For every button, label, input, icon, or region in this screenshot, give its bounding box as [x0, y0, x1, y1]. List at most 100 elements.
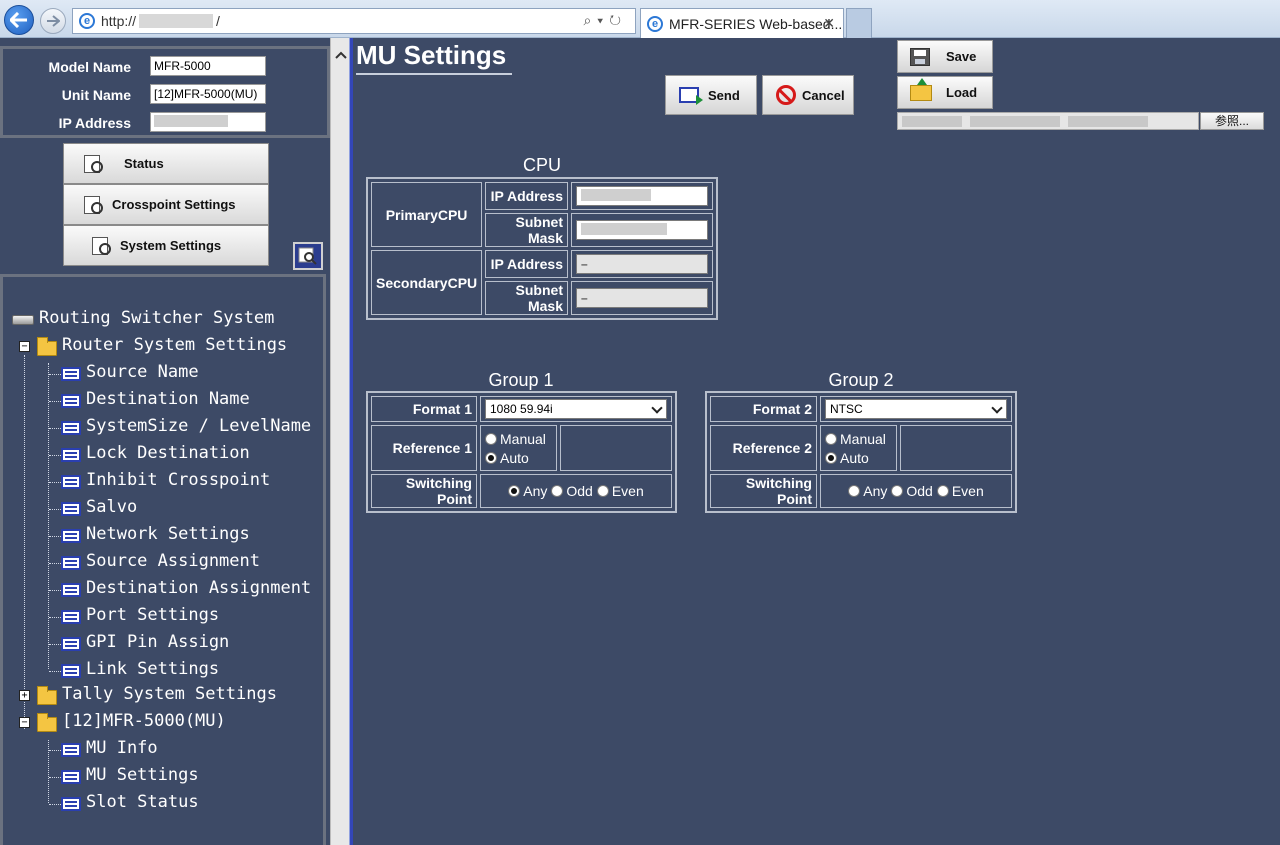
tab-mfr-series[interactable]: e MFR-SERIES Web-based... ✕	[640, 8, 844, 38]
manual-label: Manual	[500, 430, 546, 447]
collapse-mu-icon[interactable]: −	[19, 717, 30, 728]
crosspoint-settings-button[interactable]: Crosspoint Settings	[63, 184, 269, 225]
tree-item-port-settings[interactable]: Port Settings	[86, 605, 219, 625]
ip-address-label: IP Address	[58, 115, 131, 131]
even-label: Even	[611, 483, 644, 499]
reference2-auto-radio[interactable]	[825, 451, 837, 464]
model-name-field: MFR-5000	[150, 56, 266, 76]
switch1-even-radio[interactable]	[596, 485, 609, 497]
secondary-subnet-cell: –	[571, 281, 713, 315]
tree-item-mu-info[interactable]: MU Info	[86, 738, 158, 758]
auto-label: Auto	[500, 449, 529, 466]
forward-button[interactable]	[40, 8, 66, 34]
scroll-up-icon[interactable]	[331, 48, 350, 68]
switch2-even-radio[interactable]	[936, 485, 949, 497]
new-tab-button[interactable]	[846, 8, 872, 38]
unit-name-row: Unit Name [12]MFR-5000(MU)	[3, 84, 323, 106]
switch2-odd-radio[interactable]	[891, 485, 904, 497]
collapse-router-icon[interactable]: −	[19, 341, 30, 352]
tree-connector	[49, 536, 61, 537]
tree-item-inhibit-crosspoint[interactable]: Inhibit Crosspoint	[86, 470, 270, 490]
reference2-label: Reference 2	[710, 425, 817, 471]
system-settings-button[interactable]: System Settings	[63, 225, 269, 266]
tree-folder-mu[interactable]: [12]MFR-5000(MU)	[62, 711, 226, 731]
refresh-icon[interactable]: ↻	[609, 12, 627, 28]
tree-connector	[49, 617, 61, 618]
tree-item-mu-settings[interactable]: MU Settings	[86, 765, 199, 785]
even-label: Even	[951, 483, 984, 499]
search-toggle-button[interactable]	[293, 242, 323, 270]
cancel-button[interactable]: Cancel	[762, 75, 854, 115]
save-button[interactable]: Save	[897, 40, 993, 73]
tree-item-source-assignment[interactable]: Source Assignment	[86, 551, 260, 571]
send-button[interactable]: Send	[665, 75, 757, 115]
magnifier-icon	[82, 194, 104, 216]
format2-cell: NTSC	[820, 396, 1012, 422]
switch2-any-radio[interactable]	[848, 485, 861, 497]
primary-cpu-label: PrimaryCPU	[371, 182, 483, 247]
page-item-icon	[61, 448, 81, 462]
browse-button[interactable]: 参照...	[1200, 112, 1264, 130]
tree-item-link-settings[interactable]: Link Settings	[86, 659, 219, 679]
navigation-tree: Routing Switcher System − Router System …	[0, 274, 326, 845]
tree-item-source-name[interactable]: Source Name	[86, 362, 199, 382]
reference1-manual-radio[interactable]	[485, 432, 497, 445]
switch1-any-radio[interactable]	[508, 485, 521, 497]
secondary-ip-cell: –	[571, 250, 713, 278]
folder-open-icon	[37, 337, 57, 356]
ie-page-icon: e	[79, 13, 95, 29]
save-label: Save	[946, 49, 977, 64]
unit-info-panel: Model Name MFR-5000 Unit Name [12]MFR-50…	[0, 46, 330, 138]
unit-name-label: Unit Name	[61, 87, 131, 103]
tree-item-destination-assignment[interactable]: Destination Assignment	[86, 578, 311, 598]
format1-select[interactable]: 1080 59.94i	[485, 399, 667, 419]
tree-item-network-settings[interactable]: Network Settings	[86, 524, 250, 544]
address-bar[interactable]: e http:// / ⌕▾↻	[72, 8, 636, 34]
tree-item-lock-destination[interactable]: Lock Destination	[86, 443, 250, 463]
url-prefix: http://	[101, 13, 137, 29]
dropdown-icon[interactable]: ▾	[597, 12, 609, 28]
page-item-icon	[61, 502, 81, 516]
format2-select[interactable]: NTSC	[825, 399, 1007, 419]
manual-label: Manual	[840, 430, 886, 447]
format1-value: 1080 59.94i	[490, 402, 553, 416]
status-button[interactable]: Status	[63, 143, 269, 184]
tree-item-systemsize-levelname[interactable]: SystemSize / LevelName	[86, 416, 311, 436]
switch1-odd-radio[interactable]	[551, 485, 564, 497]
reference2-manual-radio[interactable]	[825, 432, 837, 445]
page-item-icon	[61, 394, 81, 408]
cpu-table: PrimaryCPU IP Address Subnet Mask Second…	[366, 177, 718, 320]
file-path-field[interactable]	[897, 112, 1199, 130]
tree-item-slot-status[interactable]: Slot Status	[86, 792, 199, 812]
primary-subnet-label: Subnet Mask	[485, 213, 568, 247]
browser-toolbar: e http:// / ⌕▾↻ e MFR-SERIES Web-based..…	[0, 0, 1280, 38]
reference2-auto-option[interactable]: Auto	[825, 448, 892, 467]
expand-tally-icon[interactable]: +	[19, 690, 30, 701]
left-frame-scrollbar[interactable]	[330, 38, 349, 845]
primary-ip-input[interactable]	[576, 186, 708, 206]
switching-point1-options: Any Odd Even	[480, 474, 672, 508]
load-button[interactable]: Load	[897, 76, 993, 109]
tree-folder-tally-system-settings[interactable]: Tally System Settings	[62, 684, 277, 704]
odd-label: Odd	[566, 483, 593, 499]
reference1-auto-radio[interactable]	[485, 451, 497, 464]
switching-point2-label: Switching Point	[710, 474, 817, 508]
tree-connector	[49, 428, 61, 429]
tree-connector	[49, 804, 61, 805]
search-icon[interactable]: ⌕	[583, 12, 597, 28]
tree-item-salvo[interactable]: Salvo	[86, 497, 137, 517]
address-bar-icons[interactable]: ⌕▾↻	[583, 12, 627, 29]
arrow-right-icon	[47, 15, 60, 27]
reference2-manual-option[interactable]: Manual	[825, 429, 892, 448]
tree-folder-router-system-settings[interactable]: Router System Settings	[62, 335, 287, 355]
reference1-manual-option[interactable]: Manual	[485, 429, 552, 448]
primary-subnet-input[interactable]	[576, 220, 708, 240]
load-label: Load	[946, 85, 978, 100]
tree-root-routing-switcher-system[interactable]: Routing Switcher System	[39, 308, 274, 328]
back-button[interactable]	[4, 5, 34, 35]
tree-connector	[49, 590, 61, 591]
tree-item-gpi-pin-assign[interactable]: GPI Pin Assign	[86, 632, 229, 652]
tree-item-destination-name[interactable]: Destination Name	[86, 389, 250, 409]
close-tab-icon[interactable]: ✕	[823, 15, 835, 32]
reference1-auto-option[interactable]: Auto	[485, 448, 552, 467]
